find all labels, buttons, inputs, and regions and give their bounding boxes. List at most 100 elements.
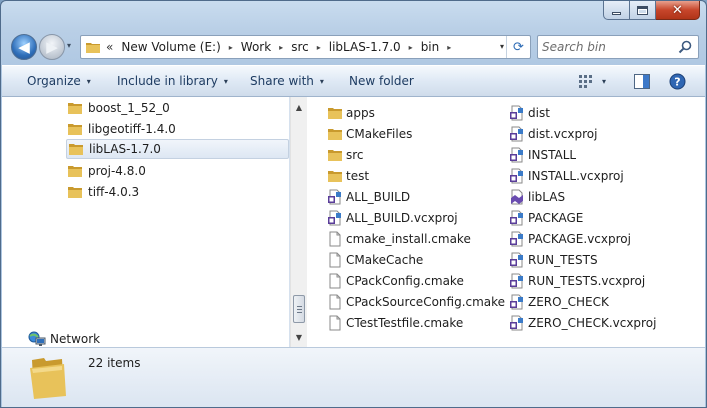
minimize-button[interactable] xyxy=(603,1,630,20)
breadcrumb-src[interactable]: src xyxy=(291,40,309,54)
forward-button[interactable]: ▶ xyxy=(39,34,65,60)
chevron-right-icon[interactable]: ▸ xyxy=(409,43,413,52)
folder-icon xyxy=(68,187,82,198)
vcproj-icon xyxy=(510,231,523,247)
file-item[interactable]: CTestTestfile.cmake xyxy=(327,313,463,333)
vcproj-icon xyxy=(328,189,341,205)
file-item[interactable]: CPackConfig.cmake xyxy=(327,271,464,291)
file-item[interactable]: apps xyxy=(327,103,375,123)
file-name: PACKAGE xyxy=(528,211,584,225)
file-item[interactable]: dist xyxy=(509,103,550,123)
new-folder-button[interactable]: New folder xyxy=(349,74,414,88)
tree-item-libgeotiff[interactable]: libgeotiff-1.4.0 xyxy=(68,119,288,139)
search-input[interactable] xyxy=(542,38,672,56)
file-item[interactable]: INSTALL.vcxproj xyxy=(509,166,624,186)
file-name: ZERO_CHECK xyxy=(528,295,609,309)
tree-item-network[interactable]: Network xyxy=(28,329,228,349)
file-name: RUN_TESTS xyxy=(528,253,598,267)
file-name: apps xyxy=(346,106,375,120)
navigation-scrollbar[interactable]: ▲ ▼ xyxy=(290,97,307,347)
file-item[interactable]: libLAS xyxy=(509,187,565,207)
breadcrumb-bin[interactable]: bin xyxy=(421,40,440,54)
scroll-up-icon[interactable]: ▲ xyxy=(291,99,307,115)
maximize-button[interactable] xyxy=(630,1,656,20)
file-item[interactable]: ZERO_CHECK xyxy=(509,292,609,312)
vcproj-icon xyxy=(510,126,523,142)
file-item[interactable]: PACKAGE xyxy=(509,208,583,228)
grip-line xyxy=(297,306,302,307)
vcproj-icon xyxy=(510,252,523,268)
chevron-right-icon[interactable]: ▸ xyxy=(229,43,233,52)
breadcrumb-overflow-icon[interactable]: « xyxy=(106,40,113,54)
tree-item-liblas[interactable]: libLAS-1.7.0 xyxy=(66,139,289,159)
file-item[interactable]: PACKAGE.vcxproj xyxy=(509,229,631,249)
address-dropdown-icon[interactable]: ▾ xyxy=(500,42,504,51)
address-bar[interactable]: « New Volume (E:) ▸ Work ▸ src ▸ libLAS-… xyxy=(80,35,531,59)
file-item[interactable]: ALL_BUILD.vcxproj xyxy=(327,208,458,228)
file-item[interactable]: RUN_TESTS xyxy=(509,250,598,270)
file-name: dist.vcxproj xyxy=(528,127,598,141)
file-name: cmake_install.cmake xyxy=(346,232,471,246)
search-icon[interactable] xyxy=(677,39,693,55)
file-name: test xyxy=(346,169,370,183)
file-item[interactable]: CPackSourceConfig.cmake xyxy=(327,292,505,312)
organize-label: Organize xyxy=(27,74,81,88)
breadcrumb-work[interactable]: Work xyxy=(241,40,271,54)
file-list: apps CMakeFiles src test ALL_BUILD ALL_BUILD.… xyxy=(307,97,705,347)
file-name: CMakeFiles xyxy=(346,127,413,141)
network-icon xyxy=(28,331,46,346)
tree-item-boost[interactable]: boost_1_52_0 xyxy=(68,98,288,118)
tree-item-proj[interactable]: proj-4.8.0 xyxy=(68,161,288,181)
scroll-down-icon[interactable]: ▼ xyxy=(291,329,307,345)
refresh-button[interactable]: ⟳ xyxy=(506,36,530,58)
file-item[interactable]: src xyxy=(327,145,364,165)
share-with-button[interactable]: Share with ▾ xyxy=(250,74,324,88)
change-view-icon[interactable] xyxy=(579,74,595,88)
folder-icon xyxy=(68,124,82,135)
close-button[interactable]: ✕ xyxy=(656,1,700,20)
organize-button[interactable]: Organize ▾ xyxy=(27,74,91,88)
breadcrumb-new-volume[interactable]: New Volume (E:) xyxy=(121,40,220,54)
vcproj-icon xyxy=(510,273,523,289)
file-icon xyxy=(329,252,341,268)
preview-pane-icon[interactable] xyxy=(634,74,650,89)
tree-item-label: boost_1_52_0 xyxy=(88,101,170,115)
help-icon[interactable]: ? xyxy=(669,73,686,90)
file-item[interactable]: dist.vcxproj xyxy=(509,124,598,144)
scroll-thumb[interactable] xyxy=(293,295,305,323)
file-item[interactable]: cmake_install.cmake xyxy=(327,229,471,249)
tree-item-tiff[interactable]: tiff-4.0.3 xyxy=(68,182,288,202)
chevron-right-icon[interactable]: ▸ xyxy=(279,43,283,52)
file-item[interactable]: ZERO_CHECK.vcxproj xyxy=(509,313,656,333)
file-name: CMakeCache xyxy=(346,253,424,267)
folder-icon xyxy=(68,166,82,177)
vcproj-icon xyxy=(510,315,523,331)
grip-line xyxy=(297,312,302,313)
file-name: PACKAGE.vcxproj xyxy=(528,232,631,246)
file-item[interactable]: CMakeFiles xyxy=(327,124,412,144)
file-icon xyxy=(329,231,341,247)
file-name: CPackSourceConfig.cmake xyxy=(346,295,506,309)
details-pane: 22 items xyxy=(2,347,705,407)
file-item[interactable]: ALL_BUILD xyxy=(327,187,410,207)
back-button[interactable]: ◀ xyxy=(11,34,37,60)
file-item[interactable]: CMakeCache xyxy=(327,250,423,270)
view-dropdown-icon[interactable]: ▾ xyxy=(602,77,606,86)
file-icon xyxy=(329,315,341,331)
recent-pages-button[interactable]: ▾ xyxy=(67,41,71,50)
minimize-icon xyxy=(612,11,621,15)
large-folder-icon xyxy=(30,358,66,399)
file-item[interactable]: test xyxy=(327,166,369,186)
chevron-right-icon[interactable]: ▸ xyxy=(447,43,451,52)
back-arrow-icon: ◀ xyxy=(18,37,30,56)
navigation-pane: boost_1_52_0 libgeotiff-1.4.0 libLAS-1.7… xyxy=(2,97,290,347)
file-item[interactable]: INSTALL xyxy=(509,145,576,165)
breadcrumb-liblas[interactable]: libLAS-1.7.0 xyxy=(329,40,401,54)
caption-buttons: ✕ xyxy=(603,1,700,21)
file-item[interactable]: RUN_TESTS.vcxproj xyxy=(509,271,645,291)
include-in-library-button[interactable]: Include in library ▾ xyxy=(117,74,228,88)
file-icon xyxy=(329,273,341,289)
chevron-right-icon[interactable]: ▸ xyxy=(317,43,321,52)
item-count: 22 items xyxy=(88,356,141,370)
file-name: libLAS xyxy=(528,190,566,204)
